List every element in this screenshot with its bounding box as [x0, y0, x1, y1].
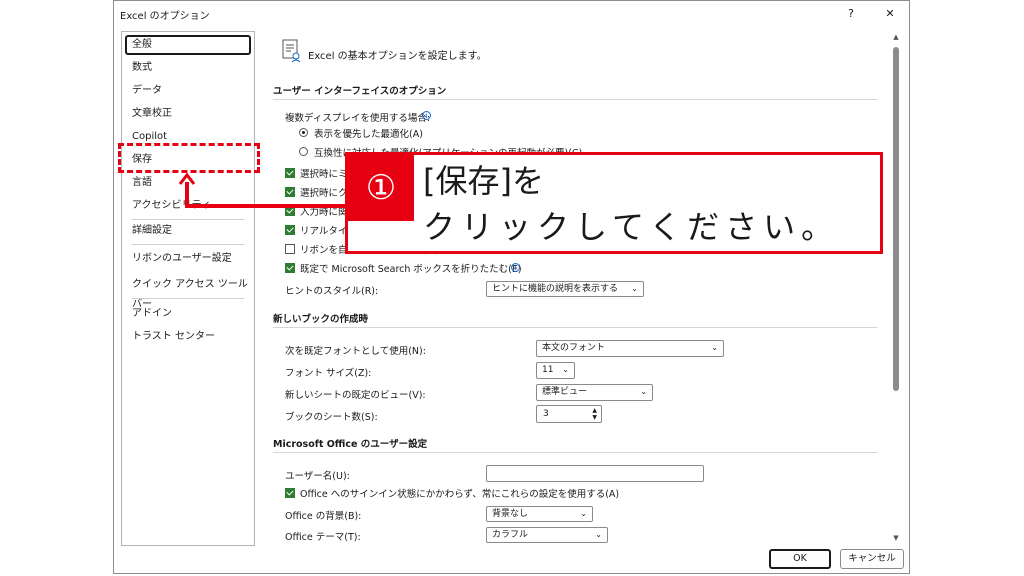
default-font-select[interactable]: 本文のフォント ⌄: [536, 340, 724, 357]
default-view-label: 新しいシートの既定のビュー(V):: [285, 390, 426, 401]
help-button[interactable]: ?: [842, 5, 860, 23]
default-font-value: 本文のフォント: [542, 343, 606, 353]
section-divider: [273, 452, 877, 453]
sidebar-item-formulas[interactable]: 数式: [125, 58, 251, 78]
always-use-settings-label: Office へのサインイン状態にかかわらず、常にこれらの設定を使用する(A): [300, 489, 620, 500]
checkbox-quick-analysis[interactable]: [285, 187, 295, 197]
font-size-select[interactable]: 11 ⌄: [536, 362, 575, 379]
sidebar-item-customize-ribbon[interactable]: リボンのユーザー設定: [125, 249, 251, 269]
sidebar-item-advanced[interactable]: 詳細設定: [125, 221, 251, 241]
checkbox-mini-toolbar[interactable]: [285, 168, 295, 178]
cancel-button[interactable]: キャンセル: [840, 549, 904, 569]
window-title: Excel のオプション: [120, 11, 210, 22]
default-view-select[interactable]: 標準ビュー ⌄: [536, 384, 653, 401]
username-label: ユーザー名(U):: [285, 471, 350, 482]
scroll-down-icon[interactable]: ▼: [891, 534, 901, 542]
scroll-up-icon[interactable]: ▲: [891, 33, 901, 41]
office-theme-label: Office テーマ(T):: [285, 532, 361, 543]
sidebar-item-general[interactable]: 全般: [125, 35, 251, 55]
instruction-callout: ① [保存]を クリックしてください。: [345, 152, 883, 254]
ui-options-heading: ユーザー インターフェイスのオプション: [273, 86, 447, 97]
info-icon[interactable]: i: [511, 263, 520, 272]
title-bar: Excel のオプション ? ✕: [114, 1, 909, 27]
checkbox-ribbon-collapse[interactable]: [285, 244, 295, 254]
sidebar-item-addins[interactable]: アドイン: [125, 304, 251, 324]
sheet-count-label: ブックのシート数(S):: [285, 412, 378, 423]
office-background-label: Office の背景(B):: [285, 511, 362, 522]
search-collapse-label: 既定で Microsoft Search ボックスを折りたたむ(E): [300, 264, 522, 275]
section-divider: [273, 99, 877, 100]
info-icon[interactable]: i: [422, 111, 431, 120]
font-size-label: フォント サイズ(Z):: [285, 368, 372, 379]
sidebar-divider: [132, 244, 244, 245]
default-view-value: 標準ビュー: [542, 387, 588, 397]
checkbox-always-use-settings[interactable]: [285, 488, 295, 498]
office-background-value: 背景なし: [492, 509, 529, 519]
save-highlight-box: [118, 143, 260, 173]
ok-button[interactable]: OK: [769, 549, 831, 569]
default-font-label: 次を既定フォントとして使用(N):: [285, 346, 426, 357]
callout-line-1: [保存]を: [423, 162, 544, 200]
font-size-value: 11: [542, 365, 554, 375]
sidebar: 全般 数式 データ 文章校正 Copilot 保存 言語 アクセシビリティ 詳細…: [121, 31, 255, 546]
sheet-count-spinner[interactable]: 3 ▲ ▼: [536, 405, 602, 423]
page-header: Excel の基本オプションを設定します。: [308, 51, 487, 62]
office-theme-select[interactable]: カラフル ⌄: [486, 527, 608, 543]
callout-line-2: クリックしてください。: [423, 208, 840, 246]
sidebar-divider: [132, 298, 244, 299]
scrollbar-thumb[interactable]: [893, 47, 899, 391]
tooltip-style-select[interactable]: ヒントに機能の説明を表示する ⌄: [486, 281, 644, 297]
chevron-down-icon: ⌄: [631, 284, 638, 293]
chevron-down-icon: ⌄: [562, 365, 569, 374]
section-divider: [273, 327, 877, 328]
chevron-down-icon: ⌄: [580, 509, 587, 518]
step-number-badge: ①: [348, 155, 414, 221]
office-background-select[interactable]: 背景なし ⌄: [486, 506, 593, 522]
new-workbook-heading: 新しいブックの作成時: [273, 314, 369, 325]
checkbox-live-preview[interactable]: [285, 225, 295, 235]
sidebar-item-proofing[interactable]: 文章校正: [125, 104, 251, 124]
sheet-count-value: 3: [543, 409, 549, 419]
multi-display-label: 複数ディスプレイを使用する場合:: [285, 113, 431, 124]
options-content: Excel の基本オプションを設定します。 ユーザー インターフェイスのオプショ…: [264, 31, 889, 546]
sidebar-divider: [132, 219, 244, 220]
scrollbar[interactable]: ▲ ▼: [891, 31, 901, 546]
tooltip-style-label: ヒントのスタイル(R):: [285, 286, 379, 297]
options-dialog: Excel のオプション ? ✕ 全般 数式 データ 文章校正 Copilot …: [113, 0, 910, 574]
spin-down-icon[interactable]: ▼: [592, 415, 597, 421]
username-input[interactable]: [486, 465, 704, 482]
sidebar-item-data[interactable]: データ: [125, 81, 251, 101]
chevron-down-icon: ⌄: [640, 387, 647, 396]
arrow-up-icon: [178, 172, 196, 185]
chevron-down-icon: ⌄: [711, 343, 718, 352]
chevron-down-icon: ⌄: [595, 530, 602, 539]
radio-optimize-compat[interactable]: [299, 147, 308, 156]
radio-optimize-appearance[interactable]: [299, 128, 308, 137]
user-settings-heading: Microsoft Office のユーザー設定: [273, 439, 428, 450]
settings-page-icon: [282, 39, 301, 63]
arrow-shaft-horizontal: [185, 204, 347, 208]
tooltip-style-value: ヒントに機能の説明を表示する: [492, 284, 619, 294]
sidebar-item-trust-center[interactable]: トラスト センター: [125, 327, 251, 347]
close-button[interactable]: ✕: [881, 5, 899, 23]
office-theme-value: カラフル: [492, 530, 529, 540]
checkbox-search-collapse[interactable]: [285, 263, 295, 273]
sidebar-item-quick-access-toolbar[interactable]: クイック アクセス ツール バー: [125, 275, 251, 310]
radio-optimize-label: 表示を優先した最適化(A): [314, 129, 423, 140]
